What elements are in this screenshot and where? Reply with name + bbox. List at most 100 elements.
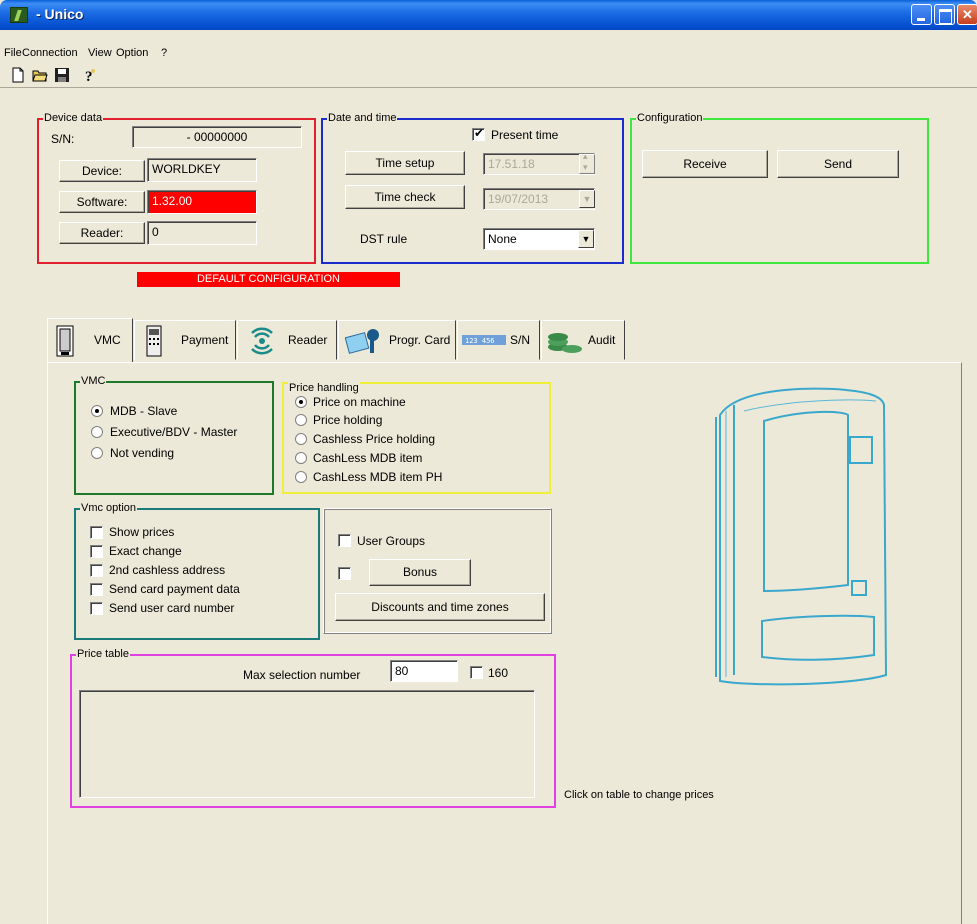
audit-coins-icon: [548, 333, 582, 353]
time-spinner[interactable]: [579, 151, 595, 174]
exact-change-checkbox[interactable]: [90, 545, 103, 558]
menu-help[interactable]: ?: [161, 47, 167, 59]
price-on-machine-label: Price on machine: [313, 395, 406, 409]
option-160-checkbox[interactable]: [470, 666, 483, 679]
minimize-button[interactable]: [911, 4, 932, 25]
tab-reader-label: Reader: [288, 333, 328, 347]
radio-price-on-machine[interactable]: [295, 396, 307, 408]
tab-reader[interactable]: Reader: [237, 320, 337, 360]
price-handling-group: Price handling Price on machine Price ho…: [282, 381, 551, 494]
radio-cashless-mdb-item-ph[interactable]: [295, 471, 307, 483]
vmc-legend: VMC: [80, 374, 107, 388]
device-data-group: Device data S/N: - 00000000 Device: WORL…: [37, 111, 316, 264]
tab-payment[interactable]: Payment: [134, 320, 236, 360]
max-selection-input[interactable]: 80: [390, 660, 458, 682]
maximize-button[interactable]: [934, 4, 955, 25]
time-check-button[interactable]: Time check: [345, 185, 465, 209]
serial-number-icon: 123 456: [462, 335, 506, 345]
radio-price-holding[interactable]: [295, 414, 307, 426]
new-file-icon[interactable]: [10, 67, 26, 83]
send-card-payment-data-label: Send card payment data: [109, 582, 240, 596]
second-cashless-address-label: 2nd cashless address: [109, 563, 226, 577]
device-button[interactable]: Device:: [59, 160, 145, 182]
tab-audit-label: Audit: [588, 333, 616, 347]
vmc-option-group: Vmc option Show prices Exact change 2nd …: [74, 501, 320, 640]
window-title: - Unico: [36, 6, 84, 22]
open-folder-icon[interactable]: [32, 67, 48, 83]
sn-label: S/N:: [51, 132, 75, 146]
radio-cashless-mdb-item[interactable]: [295, 452, 307, 464]
cashless-mdb-item-ph-label: CashLess MDB item PH: [313, 470, 443, 484]
option-160-label: 160: [488, 666, 509, 680]
menu-file[interactable]: File: [4, 47, 22, 59]
radio-mdb-slave[interactable]: [91, 405, 103, 417]
key-card-icon: [345, 329, 379, 354]
menu-connection[interactable]: Connection: [22, 47, 78, 59]
send-user-card-number-checkbox[interactable]: [90, 602, 103, 615]
radio-not-vending[interactable]: [91, 447, 103, 459]
software-field: 1.32.00: [147, 190, 257, 214]
tab-sn[interactable]: 123 456 S/N: [457, 320, 540, 360]
save-disk-icon[interactable]: [54, 67, 70, 83]
show-prices-label: Show prices: [109, 525, 175, 539]
tab-payment-label: Payment: [181, 333, 229, 347]
payment-terminal-icon: [146, 325, 162, 357]
software-button[interactable]: Software:: [59, 191, 145, 213]
discounts-time-zones-button[interactable]: Discounts and time zones: [335, 593, 545, 621]
price-holding-label: Price holding: [313, 413, 383, 427]
radio-executive-bdv-master[interactable]: [91, 426, 103, 438]
second-cashless-address-checkbox[interactable]: [90, 564, 103, 577]
vending-machine-icon: [56, 325, 74, 357]
tab-vmc[interactable]: VMC: [47, 318, 133, 362]
configuration-legend: Configuration: [636, 111, 704, 125]
maximize-icon: [935, 5, 954, 24]
vmc-option-legend: Vmc option: [80, 501, 138, 515]
time-setup-button[interactable]: Time setup: [345, 151, 465, 175]
cashless-mdb-item-label: CashLess MDB item: [313, 451, 423, 465]
user-options-group: User Groups Bonus Discounts and time zon…: [323, 508, 552, 634]
receive-button[interactable]: Receive: [642, 150, 768, 178]
present-time-label: Present time: [491, 128, 559, 142]
mdb-slave-label: MDB - Slave: [110, 404, 178, 418]
tab-vmc-label: VMC: [94, 333, 121, 347]
send-user-card-number-label: Send user card number: [109, 601, 235, 615]
tab-audit[interactable]: Audit: [541, 320, 625, 360]
tab-progr-card-label: Progr. Card: [389, 333, 451, 347]
price-table-group: Price table Max selection number 80 160: [70, 647, 556, 808]
close-icon: ✕: [962, 7, 973, 22]
minimize-icon: [912, 5, 931, 24]
send-card-payment-data-checkbox[interactable]: [90, 583, 103, 596]
title-bar[interactable]: - Unico ✕: [0, 0, 977, 30]
bonus-checkbox[interactable]: [338, 567, 351, 580]
dst-rule-label: DST rule: [360, 232, 408, 246]
contactless-reader-icon: [251, 327, 273, 355]
help-question-icon[interactable]: ?: [82, 67, 98, 83]
tab-sn-label: S/N: [510, 333, 531, 347]
show-prices-checkbox[interactable]: [90, 526, 103, 539]
date-time-group: Date and time Present time Time setup 17…: [321, 111, 624, 264]
device-data-legend: Device data: [43, 111, 104, 125]
price-table-grid[interactable]: [79, 690, 535, 798]
bonus-button[interactable]: Bonus: [369, 559, 471, 586]
radio-cashless-price-holding[interactable]: [295, 433, 307, 445]
reader-field: 0: [147, 221, 257, 245]
menu-view[interactable]: View: [88, 47, 112, 59]
present-time-checkbox[interactable]: [472, 126, 485, 141]
max-selection-label: Max selection number: [243, 668, 361, 682]
close-button[interactable]: ✕: [957, 4, 977, 25]
vmc-group: VMC MDB - Slave Executive/BDV - Master N…: [74, 374, 274, 495]
price-handling-legend: Price handling: [288, 381, 360, 395]
user-groups-checkbox[interactable]: [338, 534, 351, 547]
device-field: WORLDKEY: [147, 158, 257, 182]
date-dropdown-icon[interactable]: ▼: [579, 190, 595, 208]
exact-change-label: Exact change: [109, 544, 182, 558]
reader-button[interactable]: Reader:: [59, 222, 145, 244]
menu-option[interactable]: Option: [116, 47, 148, 59]
send-button[interactable]: Send: [777, 150, 899, 178]
user-groups-label: User Groups: [357, 534, 426, 548]
dst-dropdown-icon[interactable]: ▼: [578, 230, 594, 248]
tab-progr-card[interactable]: Progr. Card: [338, 320, 456, 360]
app-icon: [10, 7, 28, 23]
date-time-legend: Date and time: [327, 111, 398, 125]
vending-machine-illustration: [715, 387, 888, 686]
